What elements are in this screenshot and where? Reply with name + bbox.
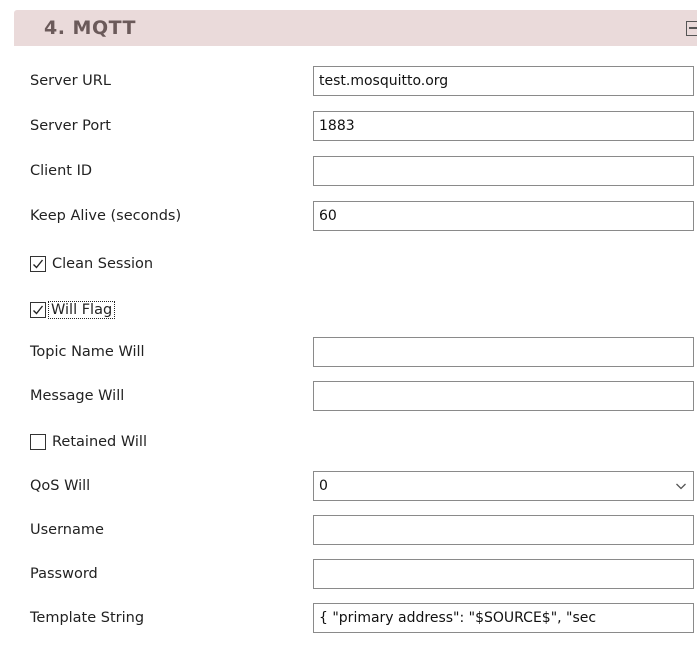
form-row-message-will: Message Will [0,377,697,414]
section-title: 4. MQTT [44,17,136,39]
form-row-keep-alive: Keep Alive (seconds) 60 [0,197,697,234]
will-flag-checkbox[interactable] [30,301,46,318]
keep-alive-label: Keep Alive (seconds) [30,207,182,224]
collapse-icon[interactable] [686,21,697,36]
form-row-password: Password [0,555,697,592]
retained-will-label[interactable]: Retained Will [52,434,147,450]
checkmark-icon [33,259,44,269]
form-row-retained-will: Retained Will [0,423,697,460]
client-id-input[interactable] [313,155,694,186]
form-row-server-port: Server Port 1883 [0,107,697,144]
qos-will-label: QoS Will [30,477,91,494]
qos-will-value: 0 [319,477,328,494]
chevron-down-icon [676,483,686,489]
server-port-input[interactable]: 1883 [313,110,694,141]
template-string-input[interactable]: { "primary address": "$SOURCE$", "sec [313,602,694,633]
checkmark-icon [33,305,44,315]
message-will-label: Message Will [30,387,125,404]
username-label: Username [30,521,104,538]
template-string-label: Template String [30,609,145,626]
server-port-label: Server Port [30,117,111,134]
keep-alive-input[interactable]: 60 [313,200,694,231]
client-id-label: Client ID [30,162,93,179]
form-row-template-string: Template String { "primary address": "$S… [0,599,697,636]
password-label: Password [30,565,98,582]
form-row-topic-name-will: Topic Name Will [0,333,697,370]
topic-name-will-label: Topic Name Will [30,343,145,360]
password-input[interactable] [313,558,694,589]
qos-will-select[interactable]: 0 [313,470,694,501]
retained-will-checkbox[interactable] [30,433,46,450]
will-flag-label[interactable]: Will Flag [47,300,116,319]
form-row-server-url: Server URL test.mosquitto.org [0,62,697,99]
form-row-will-flag: Will Flag [0,291,697,328]
form-row-client-id: Client ID [0,152,697,189]
form-row-clean-session: Clean Session [0,245,697,282]
clean-session-checkbox[interactable] [30,255,46,272]
form-row-username: Username [0,511,697,548]
section-header-mqtt[interactable]: 4. MQTT [14,10,697,46]
clean-session-label[interactable]: Clean Session [52,256,153,272]
server-url-input[interactable]: test.mosquitto.org [313,65,694,96]
form-row-qos-will: QoS Will 0 [0,467,697,504]
topic-name-will-input[interactable] [313,336,694,367]
message-will-input[interactable] [313,380,694,411]
server-url-label: Server URL [30,72,111,89]
username-input[interactable] [313,514,694,545]
